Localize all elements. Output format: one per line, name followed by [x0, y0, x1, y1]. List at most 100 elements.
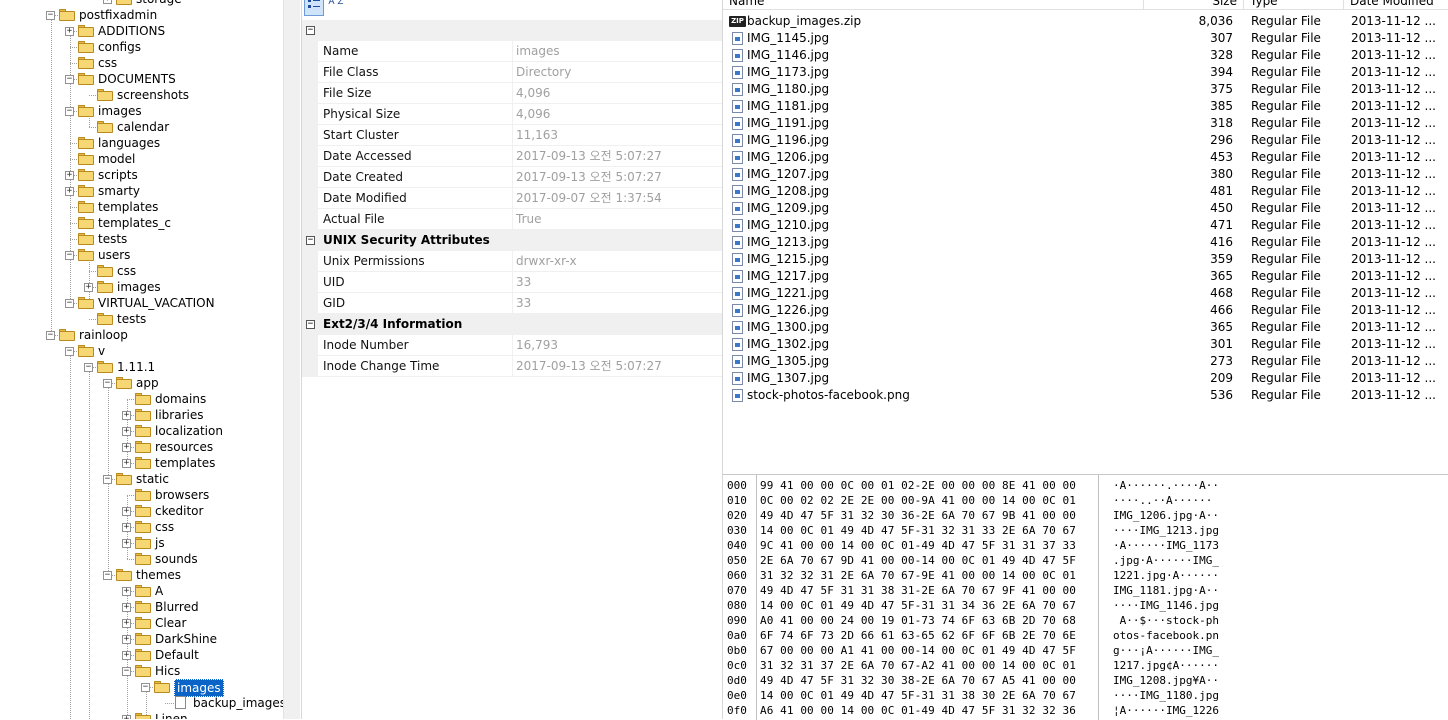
collapse-icon[interactable]: − — [65, 107, 74, 116]
property-row[interactable]: Inode Change Time 2017-09-13 오전 5:07:27 — [302, 356, 722, 377]
expand-icon[interactable]: + — [122, 619, 131, 628]
tree-node[interactable]: + ADDITIONS — [0, 23, 283, 39]
tree-scrollbar[interactable] — [283, 0, 300, 719]
tree-node[interactable]: css — [0, 263, 283, 279]
file-row[interactable]: IMG_1181.jpg 385 Regular File 2013-11-12 ..… — [723, 98, 1448, 115]
tree-node[interactable]: − 1.11.1 — [0, 359, 283, 375]
collapse-icon[interactable]: − — [306, 26, 315, 35]
column-header-name[interactable]: Name — [723, 0, 1144, 10]
file-row[interactable]: IMG_1302.jpg 301 Regular File 2013-11-12 ..… — [723, 336, 1448, 353]
categorized-view-button[interactable] — [304, 0, 324, 16]
tree-node[interactable]: + css — [0, 519, 283, 535]
tree-node[interactable]: − app — [0, 375, 283, 391]
expand-icon[interactable]: + — [122, 443, 131, 452]
expand-icon[interactable]: + — [122, 411, 131, 420]
tree-node[interactable]: + images — [0, 279, 283, 295]
tree-node[interactable]: + Linen — [0, 711, 283, 719]
file-row[interactable]: IMG_1146.jpg 328 Regular File 2013-11-12 ..… — [723, 47, 1448, 64]
property-row[interactable]: Physical Size 4,096 — [302, 104, 722, 125]
file-row[interactable]: IMG_1215.jpg 359 Regular File 2013-11-12 ..… — [723, 251, 1448, 268]
collapse-icon[interactable]: − — [65, 75, 74, 84]
expand-icon[interactable]: + — [122, 651, 131, 660]
property-row[interactable]: Date Modified 2017-09-07 오전 1:37:54 — [302, 188, 722, 209]
tree-node[interactable]: − themes — [0, 567, 283, 583]
collapse-icon[interactable]: − — [103, 571, 112, 580]
tree-node[interactable]: tests — [0, 231, 283, 247]
expand-icon[interactable]: + — [122, 459, 131, 468]
folder-tree[interactable]: + storage − postfixadmin + ADDITIONS configs cs… — [0, 0, 283, 719]
tree-node[interactable]: + templates — [0, 455, 283, 471]
tree-node[interactable]: + Blurred — [0, 599, 283, 615]
tree-node[interactable]: + libraries — [0, 407, 283, 423]
property-row[interactable]: Start Cluster 11,163 — [302, 125, 722, 146]
tree-node[interactable]: + scripts — [0, 167, 283, 183]
file-row[interactable]: IMG_1145.jpg 307 Regular File 2013-11-12 ..… — [723, 30, 1448, 47]
tree-node[interactable]: − VIRTUAL_VACATION — [0, 295, 283, 311]
file-row[interactable]: IMG_1213.jpg 416 Regular File 2013-11-12 ..… — [723, 234, 1448, 251]
tree-node[interactable]: + js — [0, 535, 283, 551]
tree-node[interactable]: + Clear — [0, 615, 283, 631]
tree-node[interactable]: browsers — [0, 487, 283, 503]
tree-node[interactable]: calendar — [0, 119, 283, 135]
expand-icon[interactable]: + — [122, 603, 131, 612]
file-row[interactable]: IMG_1209.jpg 450 Regular File 2013-11-12 ..… — [723, 200, 1448, 217]
file-row[interactable]: IMG_1206.jpg 453 Regular File 2013-11-12 ..… — [723, 149, 1448, 166]
collapse-icon[interactable]: − — [306, 236, 315, 245]
property-row[interactable]: Date Accessed 2017-09-13 오전 5:07:27 — [302, 146, 722, 167]
collapse-icon[interactable]: − — [122, 667, 131, 676]
tree-node[interactable]: + DarkShine — [0, 631, 283, 647]
property-row[interactable]: Unix Permissions drwxr-xr-x — [302, 251, 722, 272]
tree-node[interactable]: templates — [0, 199, 283, 215]
tree-node[interactable]: model — [0, 151, 283, 167]
expand-icon[interactable]: + — [122, 523, 131, 532]
property-row[interactable]: File Size 4,096 — [302, 83, 722, 104]
alphabetical-view-button[interactable]: A Z — [326, 0, 346, 16]
tree-node[interactable]: − users — [0, 247, 283, 263]
file-row[interactable]: IMG_1217.jpg 365 Regular File 2013-11-12 ..… — [723, 268, 1448, 285]
collapse-icon[interactable]: − — [84, 363, 93, 372]
file-row[interactable]: IMG_1207.jpg 380 Regular File 2013-11-12 ..… — [723, 166, 1448, 183]
hex-viewer[interactable]: 000 99 41 00 00 0C 00 01 02-2E 00 00 00 8… — [722, 474, 1448, 720]
tree-node[interactable]: + smarty — [0, 183, 283, 199]
collapse-icon[interactable]: − — [306, 320, 315, 329]
property-category[interactable]: − Ext2/3/4 Information — [302, 314, 722, 335]
collapse-icon[interactable]: − — [65, 299, 74, 308]
property-row[interactable]: File Class Directory — [302, 62, 722, 83]
file-row[interactable]: IMG_1173.jpg 394 Regular File 2013-11-12 ..… — [723, 64, 1448, 81]
tree-node[interactable]: domains — [0, 391, 283, 407]
tree-node[interactable]: − static — [0, 471, 283, 487]
property-category[interactable]: − — [302, 20, 722, 41]
tree-node[interactable]: screenshots — [0, 87, 283, 103]
tree-node[interactable]: − Hics — [0, 663, 283, 679]
file-row[interactable]: ZIP backup_images.zip 8,036 Regular File 201… — [723, 13, 1448, 30]
expand-icon[interactable]: + — [122, 635, 131, 644]
property-row[interactable]: Actual File True — [302, 209, 722, 230]
collapse-icon[interactable]: − — [46, 11, 55, 20]
file-row[interactable]: IMG_1208.jpg 481 Regular File 2013-11-12 ..… — [723, 183, 1448, 200]
tree-node[interactable]: + localization — [0, 423, 283, 439]
tree-node[interactable]: − images — [0, 679, 283, 697]
property-row[interactable]: Inode Number 16,793 — [302, 335, 722, 356]
tree-node[interactable]: tests — [0, 311, 283, 327]
expand-icon[interactable]: + — [122, 715, 131, 719]
file-row[interactable]: IMG_1210.jpg 471 Regular File 2013-11-12 ..… — [723, 217, 1448, 234]
expand-icon[interactable]: + — [103, 0, 112, 4]
file-row[interactable]: IMG_1226.jpg 466 Regular File 2013-11-12 ..… — [723, 302, 1448, 319]
collapse-icon[interactable]: − — [65, 347, 74, 356]
file-row[interactable]: IMG_1307.jpg 209 Regular File 2013-11-12 ..… — [723, 370, 1448, 387]
tree-node[interactable]: configs — [0, 39, 283, 55]
collapse-icon[interactable]: − — [46, 331, 55, 340]
column-header-date-modified[interactable]: Date Modified — [1344, 0, 1448, 10]
expand-icon[interactable]: + — [122, 539, 131, 548]
file-row[interactable]: IMG_1221.jpg 468 Regular File 2013-11-12 ..… — [723, 285, 1448, 302]
property-row[interactable]: UID 33 — [302, 272, 722, 293]
expand-icon[interactable]: + — [65, 27, 74, 36]
file-row[interactable]: IMG_1305.jpg 273 Regular File 2013-11-12 ..… — [723, 353, 1448, 370]
file-row[interactable]: IMG_1180.jpg 375 Regular File 2013-11-12 ..… — [723, 81, 1448, 98]
tree-node[interactable]: templates_c — [0, 215, 283, 231]
tree-node[interactable]: + Default — [0, 647, 283, 663]
tree-node[interactable]: − postfixadmin — [0, 7, 283, 23]
tree-node[interactable]: − rainloop — [0, 327, 283, 343]
expand-icon[interactable]: + — [122, 427, 131, 436]
collapse-icon[interactable]: − — [103, 379, 112, 388]
